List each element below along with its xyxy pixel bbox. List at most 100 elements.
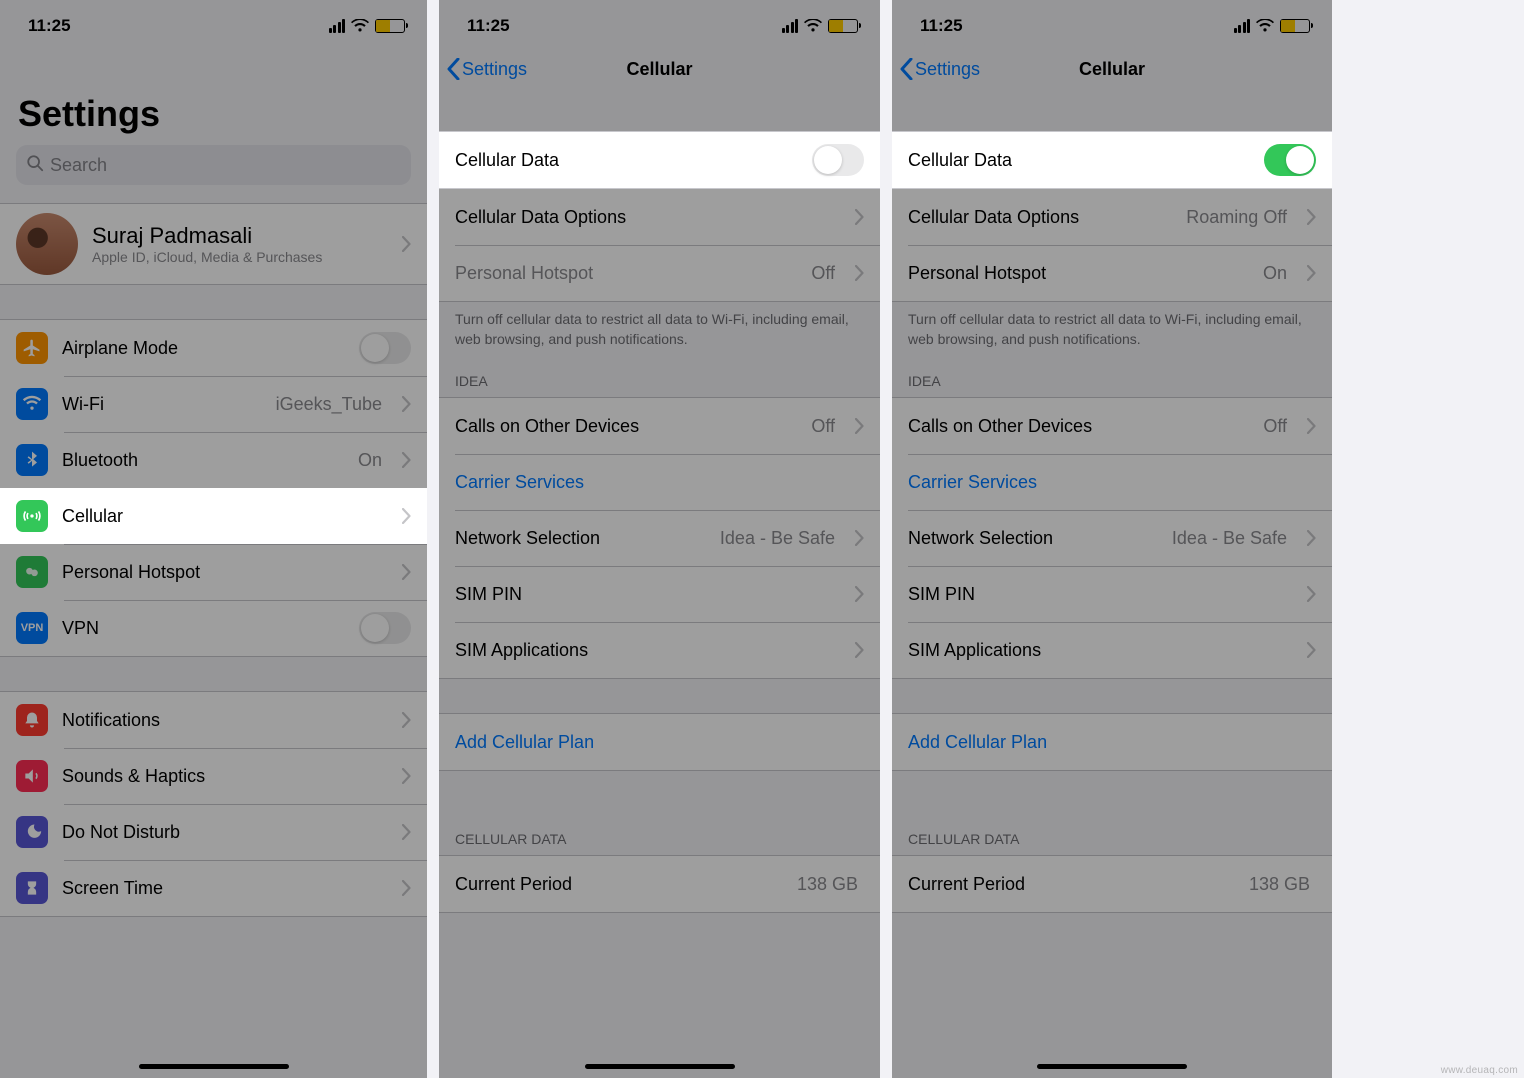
network-selection-row[interactable]: Network Selection Idea - Be Safe [892,510,1332,566]
chevron-right-icon [1307,265,1316,281]
home-indicator[interactable] [1037,1064,1187,1069]
cellular-data-options-row[interactable]: Cellular Data Options [439,189,880,245]
cellular-data-toggle[interactable] [1264,144,1316,176]
wifi-row[interactable]: Wi-Fi iGeeks_Tube [0,376,427,432]
add-cellular-plan-row[interactable]: Add Cellular Plan [439,714,880,770]
current-period-row[interactable]: Current Period 138 GB [892,856,1332,912]
signal-icon [782,19,799,33]
calls-other-value: Off [1263,416,1287,437]
cellular-data-row[interactable]: Cellular Data [892,132,1332,188]
screentime-row[interactable]: Screen Time [0,860,427,916]
status-bar: 11:25 [892,0,1332,45]
vpn-label: VPN [62,618,345,639]
screentime-icon [16,872,48,904]
sim-apps-row[interactable]: SIM Applications [892,622,1332,678]
chevron-right-icon [1307,586,1316,602]
wifi-label: Wi-Fi [62,394,262,415]
personal-hotspot-value: On [1263,263,1287,284]
search-placeholder: Search [50,155,107,176]
chevron-right-icon [1307,418,1316,434]
home-indicator[interactable] [585,1064,735,1069]
sim-pin-label: SIM PIN [455,584,841,605]
sim-apps-row[interactable]: SIM Applications [439,622,880,678]
bluetooth-label: Bluetooth [62,450,344,471]
cellular-usage-header: CELLULAR DATA [892,771,1332,855]
hotspot-icon [16,556,48,588]
back-label: Settings [915,59,980,80]
current-period-row[interactable]: Current Period 138 GB [439,856,880,912]
profile-subtitle: Apple ID, iCloud, Media & Purchases [92,249,388,265]
wifi-icon [351,19,369,32]
apple-id-row[interactable]: Suraj Padmasali Apple ID, iCloud, Media … [0,204,427,284]
carrier-header: IDEA [892,349,1332,397]
bluetooth-value: On [358,450,382,471]
network-selection-row[interactable]: Network Selection Idea - Be Safe [439,510,880,566]
add-cellular-plan-row[interactable]: Add Cellular Plan [892,714,1332,770]
cellular-footer: Turn off cellular data to restrict all d… [439,302,880,349]
hotspot-row[interactable]: Personal Hotspot [0,544,427,600]
back-button[interactable]: Settings [900,58,980,80]
carrier-services-row[interactable]: Carrier Services [892,454,1332,510]
cellular-data-label: Cellular Data [455,150,798,171]
chevron-right-icon [855,530,864,546]
sounds-label: Sounds & Haptics [62,766,388,787]
sim-pin-row[interactable]: SIM PIN [892,566,1332,622]
personal-hotspot-row[interactable]: Personal Hotspot On [892,245,1332,301]
bluetooth-row[interactable]: Bluetooth On [0,432,427,488]
carrier-services-row[interactable]: Carrier Services [439,454,880,510]
sounds-row[interactable]: Sounds & Haptics [0,748,427,804]
chevron-right-icon [402,236,411,252]
status-bar: 11:25 [0,0,427,45]
notifications-row[interactable]: Notifications [0,692,427,748]
page-title: Settings [0,45,427,145]
airplane-toggle[interactable] [359,332,411,364]
calls-other-row[interactable]: Calls on Other Devices Off [439,398,880,454]
carrier-services-label: Carrier Services [908,472,1316,493]
network-selection-label: Network Selection [908,528,1158,549]
vpn-toggle[interactable] [359,612,411,644]
personal-hotspot-row[interactable]: Personal Hotspot Off [439,245,880,301]
avatar [16,213,78,275]
watermark: www.deuaq.com [1441,1065,1518,1076]
search-input[interactable]: Search [16,145,411,185]
network-selection-label: Network Selection [455,528,706,549]
bluetooth-icon [16,444,48,476]
vpn-row[interactable]: VPN VPN [0,600,427,656]
dnd-row[interactable]: Do Not Disturb [0,804,427,860]
sim-pin-row[interactable]: SIM PIN [439,566,880,622]
chevron-right-icon [402,824,411,840]
chevron-right-icon [402,508,411,524]
back-button[interactable]: Settings [447,58,527,80]
cellular-data-toggle[interactable] [812,144,864,176]
notifications-icon [16,704,48,736]
dnd-icon [16,816,48,848]
status-time: 11:25 [28,16,71,36]
airplane-row[interactable]: Airplane Mode [0,320,427,376]
personal-hotspot-label: Personal Hotspot [908,263,1249,284]
cellular-row[interactable]: Cellular [0,488,427,544]
cellular-data-row[interactable]: Cellular Data [439,132,880,188]
cellular-data-options-row[interactable]: Cellular Data Options Roaming Off [892,189,1332,245]
signal-icon [1234,19,1251,33]
chevron-right-icon [402,564,411,580]
screen-cellular-off: 11:25 Settings Cellular Cellular Data Ce… [439,0,880,1078]
sounds-icon [16,760,48,792]
chevron-right-icon [402,880,411,896]
chevron-right-icon [855,586,864,602]
sim-apps-label: SIM Applications [908,640,1293,661]
sim-pin-label: SIM PIN [908,584,1293,605]
chevron-right-icon [402,768,411,784]
home-indicator[interactable] [139,1064,289,1069]
chevron-right-icon [402,712,411,728]
battery-icon [828,19,858,33]
chevron-right-icon [402,452,411,468]
chevron-right-icon [1307,209,1316,225]
calls-other-row[interactable]: Calls on Other Devices Off [892,398,1332,454]
current-period-value: 138 GB [1249,874,1310,895]
status-bar: 11:25 [439,0,880,45]
nav-title: Cellular [626,59,692,80]
personal-hotspot-value: Off [811,263,835,284]
cellular-usage-header: CELLULAR DATA [439,771,880,855]
current-period-label: Current Period [455,874,783,895]
search-icon [26,154,44,177]
